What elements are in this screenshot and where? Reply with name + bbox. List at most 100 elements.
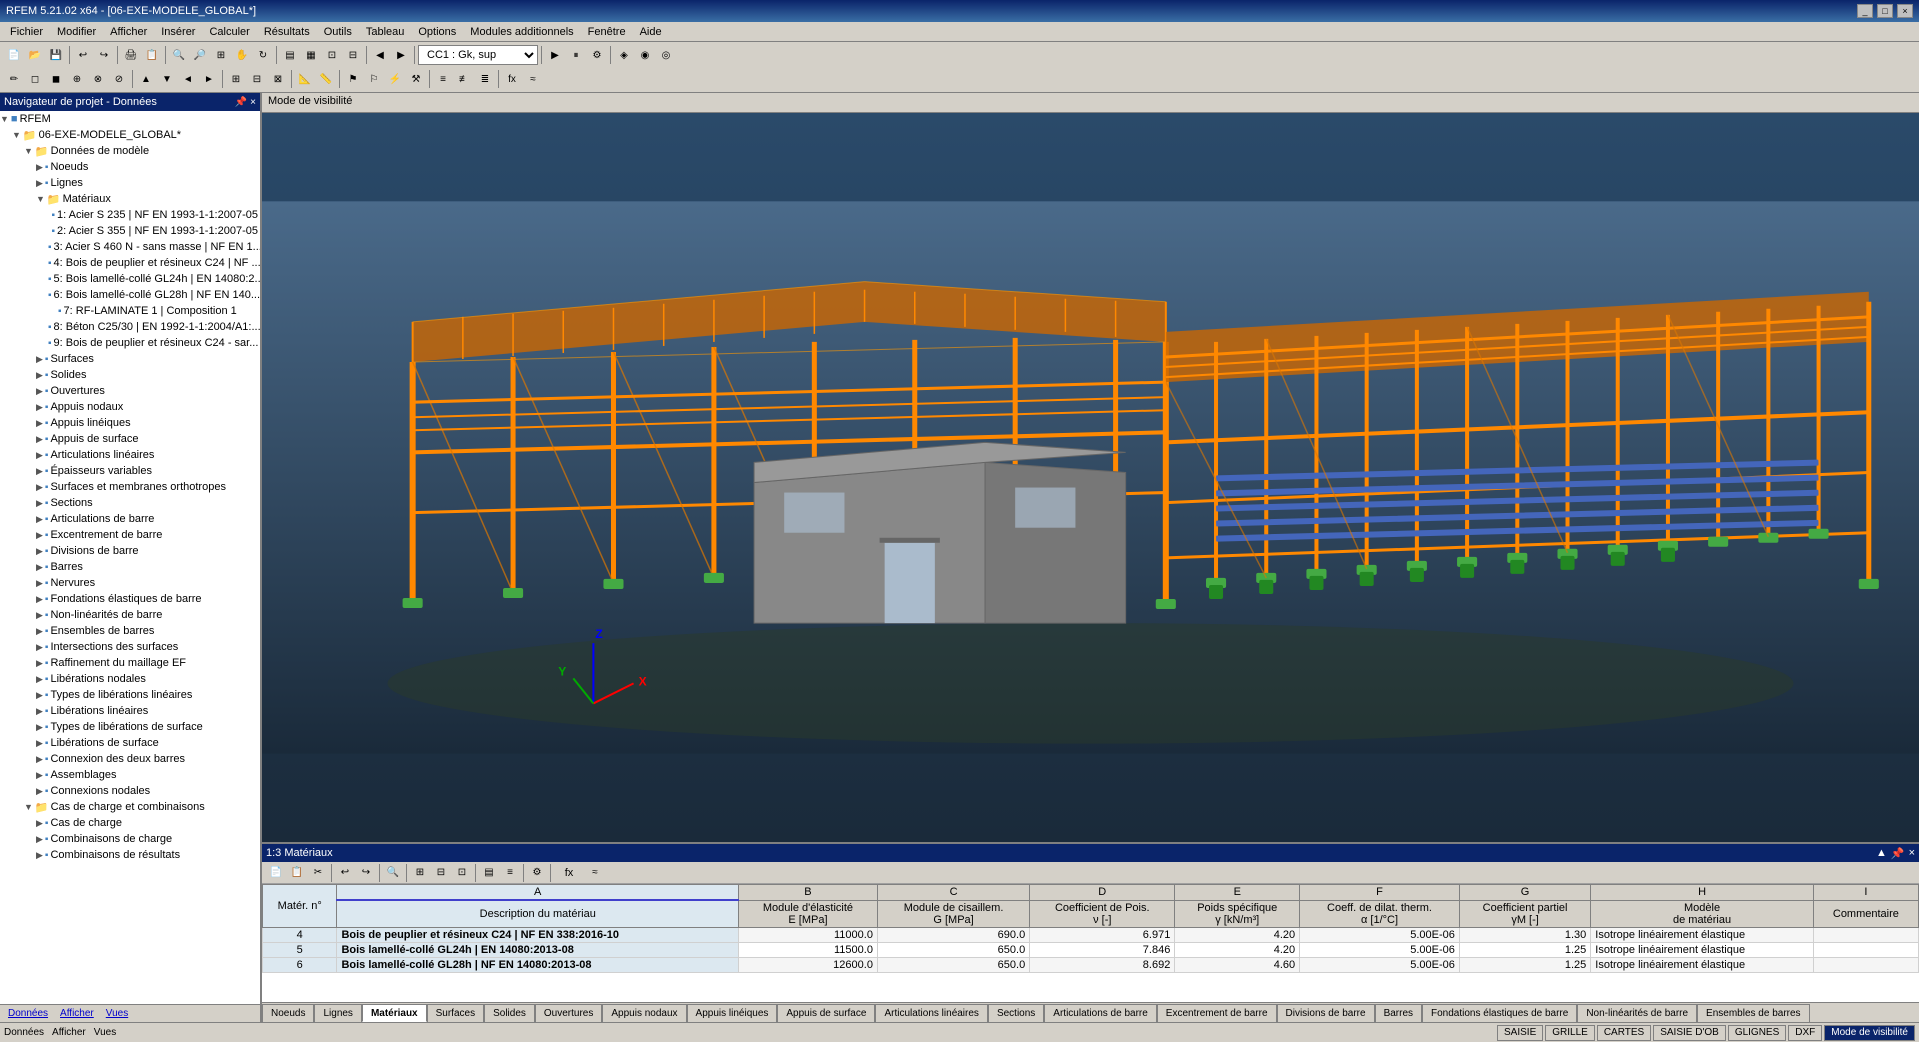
tab-appuis-de-surface[interactable]: Appuis de surface: [777, 1004, 875, 1022]
status-cartes[interactable]: CARTES: [1597, 1025, 1651, 1041]
tb2-1[interactable]: ✏: [4, 69, 24, 89]
tree-item[interactable]: ▶▪Non-linéarités de barre: [0, 607, 260, 623]
tree-item[interactable]: ▶▪Excentrement de barre: [0, 527, 260, 543]
maximize-button[interactable]: □: [1877, 4, 1893, 18]
status-mode-visibilite[interactable]: Mode de visibilité: [1824, 1025, 1915, 1041]
tb2-3[interactable]: ◼: [46, 69, 66, 89]
tb2-24[interactable]: ≈: [523, 69, 543, 89]
tree-item[interactable]: ▶▪Combinaisons de résultats: [0, 847, 260, 863]
table-row[interactable]: 4 Bois de peuplier et résineux C24 | NF …: [263, 927, 1919, 942]
tb2-22[interactable]: ≣: [475, 69, 495, 89]
tb2-8[interactable]: ▼: [157, 69, 177, 89]
tree-item[interactable]: ▪3: Acier S 460 N - sans masse | NF EN 1…: [0, 239, 260, 255]
tab-appuis-nodaux[interactable]: Appuis nodaux: [602, 1004, 686, 1022]
status-saisie-ob[interactable]: SAISIE D'OB: [1653, 1025, 1726, 1041]
menu-modifier[interactable]: Modifier: [51, 24, 102, 40]
tb2-13[interactable]: ⊠: [268, 69, 288, 89]
tb-view2[interactable]: ▦: [301, 45, 321, 65]
panel-tab-donnees[interactable]: Données: [4, 1007, 52, 1020]
tab-sections[interactable]: Sections: [988, 1004, 1044, 1022]
dt-formula[interactable]: fx: [554, 863, 584, 883]
tb-redo[interactable]: ↪: [94, 45, 114, 65]
tb-next[interactable]: ▶: [391, 45, 411, 65]
tree-item[interactable]: ▪4: Bois de peuplier et résineux C24 | N…: [0, 255, 260, 271]
tree-item[interactable]: ▶▪Articulations linéaires: [0, 447, 260, 463]
tb-print[interactable]: 🖨: [121, 45, 141, 65]
tree-item[interactable]: ▶▪Appuis de surface: [0, 431, 260, 447]
data-grid[interactable]: Matér. n° A B C D E F G H I Descri: [262, 884, 1919, 1002]
status-afficher[interactable]: Afficher: [52, 1027, 86, 1038]
tb2-2[interactable]: ◻: [25, 69, 45, 89]
dt-btn7[interactable]: ⊞: [410, 863, 430, 883]
tb-new[interactable]: 📄: [4, 45, 24, 65]
tb-calc[interactable]: ⚙: [587, 45, 607, 65]
tb-save[interactable]: 💾: [46, 45, 66, 65]
tb-rotate[interactable]: ↻: [253, 45, 273, 65]
tb-icons1[interactable]: ◈: [614, 45, 634, 65]
tree-item[interactable]: ▪7: RF-LAMINATE 1 | Composition 1: [0, 303, 260, 319]
panel-pin-btn[interactable]: 📌: [235, 97, 247, 108]
tree-item[interactable]: ▶▪Types de libérations linéaires: [0, 687, 260, 703]
tab-appuis-linéiques[interactable]: Appuis linéiques: [687, 1004, 778, 1022]
tb-icons2[interactable]: ◉: [635, 45, 655, 65]
tb2-12[interactable]: ⊟: [247, 69, 267, 89]
tb-open[interactable]: 📂: [25, 45, 45, 65]
tab-solides[interactable]: Solides: [484, 1004, 535, 1022]
tb-zoom-all[interactable]: ⊞: [211, 45, 231, 65]
tb2-6[interactable]: ⊘: [109, 69, 129, 89]
status-dxf[interactable]: DXF: [1788, 1025, 1822, 1041]
menu-fenetre[interactable]: Fenêtre: [582, 24, 632, 40]
tree-item[interactable]: ▶▪Appuis linéiques: [0, 415, 260, 431]
tb2-18[interactable]: ⚡: [385, 69, 405, 89]
menu-modules[interactable]: Modules additionnels: [464, 24, 579, 40]
tb-stop[interactable]: ⏸: [566, 45, 586, 65]
menu-inserer[interactable]: Insérer: [155, 24, 201, 40]
tab-lignes[interactable]: Lignes: [314, 1004, 361, 1022]
tree-item[interactable]: ▶▪Solides: [0, 367, 260, 383]
menu-calculer[interactable]: Calculer: [203, 24, 255, 40]
tab-excentrement-de-barre[interactable]: Excentrement de barre: [1157, 1004, 1277, 1022]
tb-zoom-out[interactable]: 🔎: [190, 45, 210, 65]
tree-item[interactable]: ▶▪Ouvertures: [0, 383, 260, 399]
status-saisie[interactable]: SAISIE: [1497, 1025, 1543, 1041]
tree-item[interactable]: ▶▪Surfaces et membranes orthotropes: [0, 479, 260, 495]
tree-item[interactable]: ▶▪Ensembles de barres: [0, 623, 260, 639]
tab-fondations-élastiques-de-barre[interactable]: Fondations élastiques de barre: [1422, 1004, 1577, 1022]
status-grille[interactable]: GRILLE: [1545, 1025, 1595, 1041]
menu-resultats[interactable]: Résultats: [258, 24, 316, 40]
menu-fichier[interactable]: Fichier: [4, 24, 49, 40]
panel-close-btn[interactable]: ×: [250, 97, 256, 108]
tab-articulations-de-barre[interactable]: Articulations de barre: [1044, 1004, 1157, 1022]
dt-btn6[interactable]: 🔍: [383, 863, 403, 883]
menu-afficher[interactable]: Afficher: [104, 24, 153, 40]
status-vues[interactable]: Vues: [94, 1027, 116, 1038]
tb-prev[interactable]: ◀: [370, 45, 390, 65]
tb2-9[interactable]: ◄: [178, 69, 198, 89]
dt-btn11[interactable]: ≡: [500, 863, 520, 883]
tree-item[interactable]: ▪2: Acier S 355 | NF EN 1993-1-1:2007-05: [0, 223, 260, 239]
tree-item[interactable]: ▶▪Libérations nodales: [0, 671, 260, 687]
tree-item[interactable]: ▶▪Divisions de barre: [0, 543, 260, 559]
tree-item[interactable]: ▼📁06-EXE-MODELE_GLOBAL*: [0, 127, 260, 143]
dt-btn2[interactable]: 📋: [287, 863, 307, 883]
tb2-5[interactable]: ⊗: [88, 69, 108, 89]
tree-item[interactable]: ▼■RFEM: [0, 111, 260, 127]
tree-item[interactable]: ▶▪Cas de charge: [0, 815, 260, 831]
tree-item[interactable]: ▶▪Épaisseurs variables: [0, 463, 260, 479]
tb2-7[interactable]: ▲: [136, 69, 156, 89]
data-panel-pin[interactable]: 📌: [1891, 847, 1905, 860]
tree-item[interactable]: ▶▪Types de libérations de surface: [0, 719, 260, 735]
menu-tableau[interactable]: Tableau: [360, 24, 411, 40]
status-glignes[interactable]: GLIGNES: [1728, 1025, 1786, 1041]
data-panel-close[interactable]: ×: [1909, 847, 1915, 860]
tab-matériaux[interactable]: Matériaux: [362, 1004, 427, 1022]
tree-item[interactable]: ▶▪Nervures: [0, 575, 260, 591]
status-donnees[interactable]: Données: [4, 1027, 44, 1038]
tree-item[interactable]: ▶▪Libérations linéaires: [0, 703, 260, 719]
tree-container[interactable]: ▼■RFEM▼📁06-EXE-MODELE_GLOBAL*▼📁Données d…: [0, 111, 260, 1004]
tb-icons3[interactable]: ◎: [656, 45, 676, 65]
tab-barres[interactable]: Barres: [1375, 1004, 1422, 1022]
dt-calc[interactable]: ≈: [585, 863, 605, 883]
tree-item[interactable]: ▶▪Articulations de barre: [0, 511, 260, 527]
dt-btn3[interactable]: ✂: [308, 863, 328, 883]
